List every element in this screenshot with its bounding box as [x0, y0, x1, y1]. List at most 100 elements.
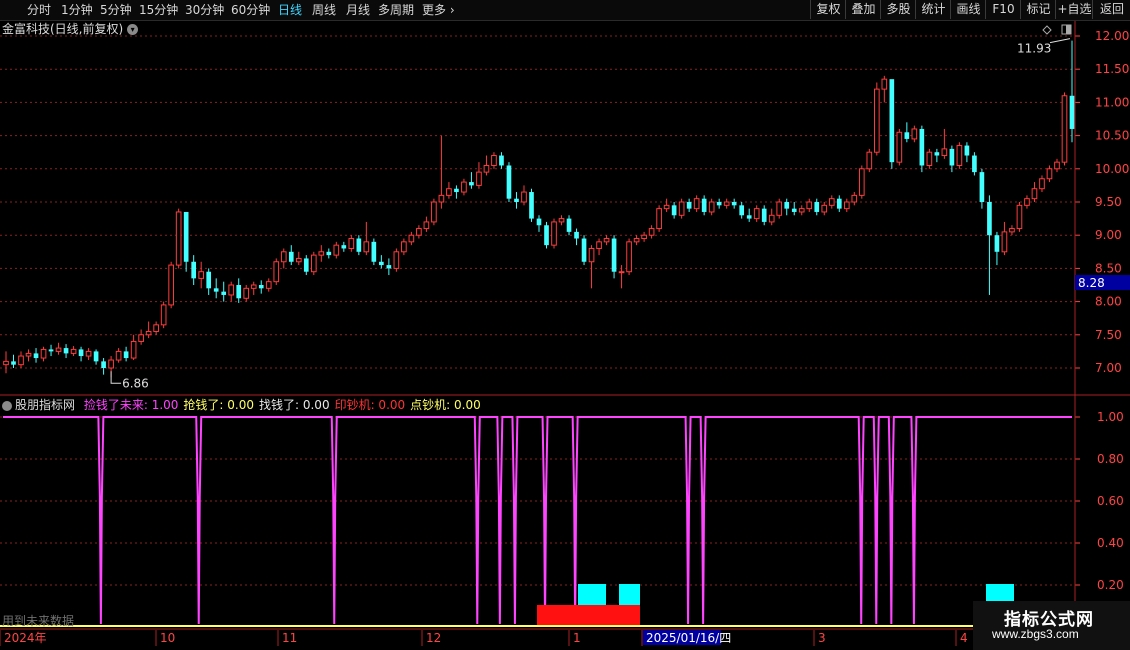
candle-body-up [491, 155, 497, 166]
candle-body-down [78, 349, 84, 357]
candle-body-down [93, 351, 99, 362]
candle-body-down [784, 202, 790, 209]
candle-body-up [446, 188, 452, 196]
candle-body-down [746, 215, 752, 219]
candle-body-up [603, 238, 610, 243]
candle-body-down [379, 261, 384, 266]
price-tick-label: 11.50 [1095, 62, 1129, 76]
candle-body-up [521, 191, 527, 203]
candle-body-down [33, 353, 39, 359]
candle-body-down [581, 238, 587, 262]
candle-body-up [160, 304, 167, 326]
candle-body-down [904, 132, 910, 139]
price-tick-label: 11.00 [1095, 95, 1129, 109]
candle-body-up [843, 201, 850, 210]
candle-body-down [288, 251, 294, 262]
price-tick-label: 12.00 [1095, 29, 1129, 43]
candle-body-down [949, 148, 955, 166]
price-tick-label: 10.00 [1095, 162, 1129, 176]
candle-body-up [175, 211, 182, 266]
diamond-icon [1042, 25, 1052, 35]
candle-body-up [558, 218, 565, 223]
candle-body-down [814, 202, 820, 212]
candle-body-up [828, 198, 835, 206]
candle-body-down [731, 202, 737, 206]
candle-body-up [476, 171, 482, 186]
signal-bar-cyan [578, 584, 606, 605]
candle-body-down [213, 288, 219, 292]
candle-body-up [393, 251, 400, 269]
price-tick-label: 10.50 [1095, 129, 1129, 143]
candle-body-up [198, 271, 205, 279]
candle-body-up [866, 151, 873, 170]
candle-body-up [70, 348, 77, 354]
candle-body-down [386, 265, 392, 269]
candle-body-down [499, 155, 504, 166]
candle-body-down [506, 165, 512, 199]
candle-body-down [716, 202, 722, 206]
candle-body-up [1031, 188, 1038, 200]
price-tick-label: 9.00 [1095, 228, 1122, 242]
price-tick-label: 7.50 [1095, 328, 1122, 342]
candle-body-down [611, 238, 617, 272]
indicator-collapse-icon[interactable] [2, 400, 12, 411]
candle-body-down [101, 361, 106, 368]
candle-body-down [987, 202, 992, 236]
candle-body-up [821, 204, 828, 213]
candle-body-down [566, 218, 572, 232]
current-price-tag: 8.28 [1078, 276, 1105, 290]
candle-body-down [236, 285, 242, 299]
candle-body-up [40, 348, 47, 359]
indicator-tick-label: 0.20 [1097, 578, 1124, 592]
high-price-label: 11.93 [1017, 42, 1051, 56]
candle-body-up [3, 360, 9, 366]
candle-body-down [919, 128, 925, 166]
candle-body-up [806, 201, 813, 210]
candle-body-down [326, 251, 332, 256]
candle-body-down [371, 241, 377, 262]
candle-body-up [641, 234, 647, 240]
candle-body-up [243, 287, 250, 299]
candle-body-up [145, 330, 152, 336]
candle-body-up [25, 352, 32, 357]
price-tick-label: 8.00 [1095, 295, 1122, 309]
candle-body-up [956, 145, 963, 166]
candle-body-down [544, 225, 549, 246]
watermark-en: www.zbgs3.com [992, 627, 1079, 641]
candle-body-up [438, 194, 445, 203]
candle-body-down [356, 238, 362, 252]
candle-body-up [911, 128, 918, 140]
candle-body-up [130, 340, 137, 359]
candle-body-down [686, 202, 692, 209]
candle-body-up [55, 347, 62, 352]
low-pointer [110, 371, 122, 384]
candle-body-down [469, 182, 474, 186]
candle-body-up [858, 168, 865, 196]
candle-body-down [739, 205, 745, 216]
indicator-name: 股朋指标网 [15, 398, 76, 412]
candle-body-up [310, 254, 317, 273]
signal-bar-red [537, 605, 640, 627]
candle-body-down [994, 235, 1000, 252]
kline-chart[interactable]: 12.0011.5011.0010.5010.009.509.008.508.0… [0, 0, 1130, 650]
candle-body-up [295, 257, 302, 263]
candle-body-up [280, 251, 287, 263]
candle-body-up [265, 281, 272, 289]
candle-body-down [48, 349, 54, 352]
low-price-label: 6.86 [122, 376, 149, 390]
candle-body-down [972, 155, 977, 173]
candle-body-down [11, 361, 16, 365]
candle-body-up [333, 244, 340, 256]
candle-body-up [851, 194, 858, 203]
candle-body-up [753, 208, 760, 220]
candle-body-up [618, 271, 625, 274]
candle-body-up [656, 208, 662, 230]
candle-body-down [183, 211, 189, 262]
candle-body-up [941, 148, 948, 157]
candle-body-up [723, 201, 730, 206]
candle-body-down [303, 258, 309, 272]
candle-body-up [1001, 231, 1008, 253]
candle-body-up [768, 214, 775, 223]
indicator-value-3: 印钞机: 0.00 [334, 398, 406, 412]
candle-body-down [889, 79, 895, 163]
